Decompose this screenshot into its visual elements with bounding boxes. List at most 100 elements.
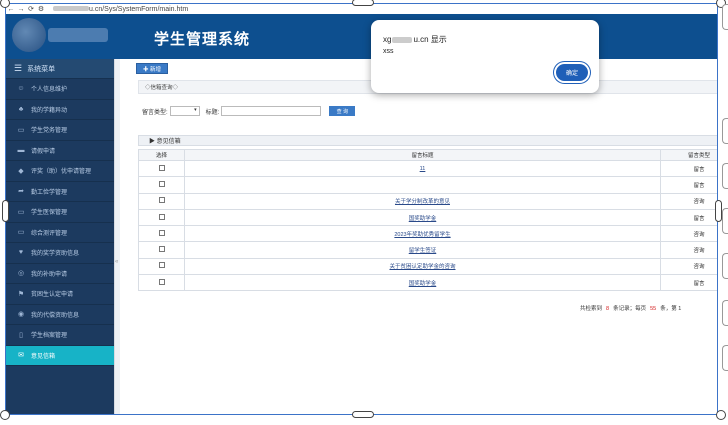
table-row: 11 留言 — [138, 159, 717, 178]
resize-handle[interactable] — [716, 410, 726, 420]
sidebar-item-label: 评奖（助）优申请管理 — [31, 169, 92, 176]
sidebar-item-compensation-info[interactable]: ◉ 我的代偿资助信息 — [6, 305, 114, 325]
sidebar-item-evaluation[interactable]: ▭ 综合测评管理 — [6, 223, 114, 243]
site-settings-icon[interactable]: ⚙ — [36, 5, 46, 13]
row-checkbox[interactable] — [158, 213, 165, 220]
message-title-link[interactable]: 国奖助学金 — [409, 281, 437, 287]
school-name-redacted — [48, 28, 108, 42]
user-circle-icon: ◉ — [17, 311, 25, 319]
folder-open-icon: ▬ — [17, 146, 25, 154]
ok-button[interactable]: 确定 — [556, 64, 588, 81]
message-type-cell: 留言 — [660, 176, 717, 194]
resize-handle[interactable] — [2, 200, 9, 222]
sidebar-item-medical-insurance[interactable]: ▭ 学生医保管理 — [6, 202, 114, 223]
message-title-link[interactable]: 留学生签证 — [409, 248, 437, 254]
sidebar-item-label: 学生医保管理 — [31, 210, 68, 217]
sidebar-item-label: 我的奖学资助信息 — [31, 251, 80, 258]
title-search-input[interactable] — [221, 106, 322, 116]
sidebar-item-label: 我的补助申请 — [31, 271, 68, 278]
screenshot-stage: ← → ⟳ ⚙ u.cn/Sys/SystemForm/main.htm 学生管… — [0, 0, 728, 425]
sidebar-item-party-affairs[interactable]: ▭ 学生党务管理 — [6, 120, 114, 141]
message-type-cell: 留言 — [660, 274, 717, 292]
row-checkbox[interactable] — [158, 229, 165, 236]
message-title-link[interactable]: 关于贫困认定助学金的咨询 — [389, 264, 455, 270]
alert-title-prefix: xg — [383, 35, 392, 44]
table-header-row: 选择 留言标题 留言类型 — [138, 149, 717, 161]
sidebar-item-poverty-certification[interactable]: ⚑ 贫困生认定申请 — [6, 284, 114, 305]
envelope-icon: ✉ — [18, 352, 24, 360]
reload-icon[interactable]: ⟳ — [26, 5, 36, 13]
side-tab[interactable] — [722, 345, 728, 371]
handshake-icon: ◎ — [17, 270, 25, 278]
heart-icon: ♥ — [18, 249, 24, 257]
side-tab[interactable] — [722, 208, 728, 234]
sidebar-item-label: 勤工俭学管理 — [31, 189, 68, 196]
side-tab[interactable] — [722, 163, 728, 189]
message-type-cell: 咨询 — [660, 241, 717, 259]
row-checkbox[interactable] — [158, 164, 165, 171]
resize-handle[interactable] — [352, 0, 374, 6]
row-checkbox[interactable] — [158, 278, 165, 285]
alert-title: xg u.cn 显示 — [383, 34, 447, 45]
side-tab[interactable] — [722, 118, 728, 144]
main-content: ✚ 新增 ◇信箱查询◇ 留言类型: ▾ 标题: 查 询 ▶ 意见信箱 选择 留言… — [120, 59, 717, 414]
record-count: 8 — [606, 306, 610, 312]
table-row: 2023年奖助优秀留学生 咨询 — [138, 225, 717, 243]
sidebar-item-scholarship-info[interactable]: ♥ 我的奖学资助信息 — [6, 243, 114, 264]
pager-suffix: 条，第 1 — [660, 306, 682, 312]
table-row: 国奖助学金 留言 — [138, 274, 717, 292]
message-type-select[interactable]: ▾ — [169, 106, 200, 116]
alert-title-suffix: u.cn 显示 — [413, 35, 447, 44]
message-title-link[interactable]: 国奖助学金 — [409, 216, 437, 222]
table-row: 国奖助学金 留言 — [138, 208, 717, 227]
graduation-cap-icon: ◆ — [18, 167, 24, 175]
sidebar-menu-title: 系统菜单 — [27, 65, 56, 73]
forward-icon[interactable]: → — [16, 6, 26, 13]
alert-message: xss — [383, 48, 394, 55]
side-tab[interactable] — [722, 300, 728, 326]
sidebar-item-label: 我的学籍异动 — [31, 107, 68, 114]
row-checkbox[interactable] — [158, 180, 165, 187]
menu-list-icon: ☰ — [14, 63, 23, 73]
table-row: 留言 — [138, 176, 717, 194]
sidebar-item-student-records[interactable]: ▯ 学生档案管理 — [6, 325, 114, 346]
message-type-cell: 咨询 — [660, 225, 717, 243]
sidebar-item-profile[interactable]: ☺ 个人信息维护 — [6, 79, 114, 100]
search-bar: 留言类型: ▾ 标题: 查 询 — [142, 106, 356, 116]
select-column-header: 选择 — [138, 149, 185, 161]
sidebar-item-award-application[interactable]: ◆ 评奖（助）优申请管理 — [6, 161, 114, 182]
mailbox-panel-header: ▶ 意见信箱 — [138, 135, 717, 146]
row-checkbox[interactable] — [158, 262, 165, 269]
title-label: 标题: — [205, 109, 220, 116]
collapse-arrow-icon[interactable]: « — [115, 259, 118, 265]
message-title-link[interactable]: 11 — [420, 166, 426, 172]
folder-icon: ▭ — [17, 229, 25, 237]
pagination-info: 共检索到 8 条记录；每页 55 条，第 1 — [580, 304, 681, 312]
sidebar-item-label: 个人信息维护 — [31, 87, 68, 94]
message-title-link[interactable]: 2023年奖助优秀留学生 — [394, 232, 450, 238]
sidebar-item-subsidy-application[interactable]: ◎ 我的补助申请 — [6, 264, 114, 284]
sidebar-item-feedback-mailbox[interactable]: ✉ 意见信箱 — [6, 345, 114, 366]
side-tab[interactable] — [722, 4, 728, 30]
pager-prefix: 共检索到 — [580, 306, 603, 312]
sidebar-item-label: 贫困生认定申请 — [31, 292, 74, 299]
query-button[interactable]: 查 询 — [329, 106, 356, 116]
resize-handle[interactable] — [715, 200, 722, 222]
sidebar-item-work-study[interactable]: ➦ 勤工俭学管理 — [6, 182, 114, 202]
sidebar-item-enrollment-change[interactable]: ♣ 我的学籍异动 — [6, 100, 114, 120]
sidebar-item-leave-request[interactable]: ▬ 请假申请 — [6, 141, 114, 161]
school-logo — [12, 18, 46, 52]
resize-handle[interactable] — [352, 411, 374, 418]
flag-icon: ⚑ — [17, 290, 25, 298]
message-title-link[interactable]: 关于学分制改革的意见 — [395, 199, 450, 205]
address-bar[interactable]: u.cn/Sys/SystemForm/main.htm — [50, 6, 188, 13]
system-title: 学生管理系统 — [154, 31, 251, 48]
row-checkbox[interactable] — [158, 246, 165, 253]
add-button[interactable]: ✚ 新增 — [136, 63, 169, 74]
sidebar-menu-header[interactable]: ☰ 系统菜单 — [6, 59, 114, 79]
row-checkbox[interactable] — [158, 197, 165, 204]
per-page-count: 55 — [650, 306, 657, 312]
resize-handle[interactable] — [0, 410, 10, 420]
address-bar-url: u.cn/Sys/SystemForm/main.htm — [89, 5, 189, 13]
side-tab[interactable] — [722, 253, 728, 279]
